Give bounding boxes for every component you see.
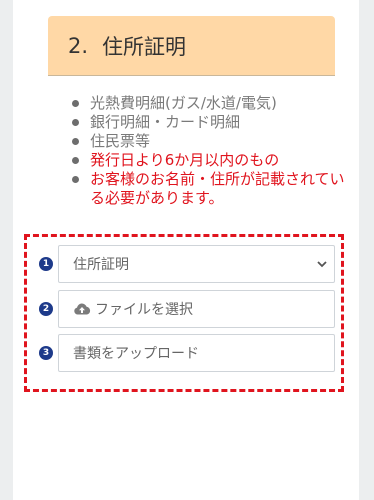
step-2-row: 2 ファイルを選択	[39, 290, 335, 328]
upload-highlight-box: 1 住所証明 2 ファイルを選択 3 書類をアップロード	[24, 234, 344, 392]
choose-file-label: ファイルを選択	[95, 302, 193, 318]
step-number-badge: 1	[39, 257, 53, 271]
section-number: 2.	[68, 33, 89, 58]
step-3-row: 3 書類をアップロード	[39, 334, 335, 372]
step-number-badge: 3	[39, 346, 53, 360]
section-title: 住所証明	[102, 34, 187, 59]
step-number-badge: 2	[39, 302, 53, 316]
content-panel: 2. 住所証明 光熱費明細(ガス/水道/電気) 銀行明細・カード明細 住民票等 …	[13, 0, 359, 500]
list-item: 銀行明細・カード明細	[68, 113, 353, 132]
step-1-row: 1 住所証明	[39, 245, 335, 283]
cloud-upload-icon	[74, 303, 91, 315]
list-item: 光熱費明細(ガス/水道/電気)	[68, 94, 353, 113]
list-item: 住民票等	[68, 132, 353, 151]
document-type-select[interactable]: 住所証明	[58, 245, 335, 283]
choose-file-button[interactable]: ファイルを選択	[58, 290, 335, 328]
document-requirements-list: 光熱費明細(ガス/水道/電気) 銀行明細・カード明細 住民票等 発行日より6か月…	[68, 94, 353, 208]
chevron-down-icon	[317, 261, 327, 268]
list-item: お客様のお名前・住所が記載されている必要があります。	[68, 170, 353, 208]
upload-document-label: 書類をアップロード	[73, 346, 199, 362]
upload-document-button[interactable]: 書類をアップロード	[58, 334, 335, 372]
section-heading: 2. 住所証明	[48, 16, 335, 76]
list-item: 発行日より6か月以内のもの	[68, 151, 353, 170]
select-value: 住所証明	[73, 257, 129, 273]
